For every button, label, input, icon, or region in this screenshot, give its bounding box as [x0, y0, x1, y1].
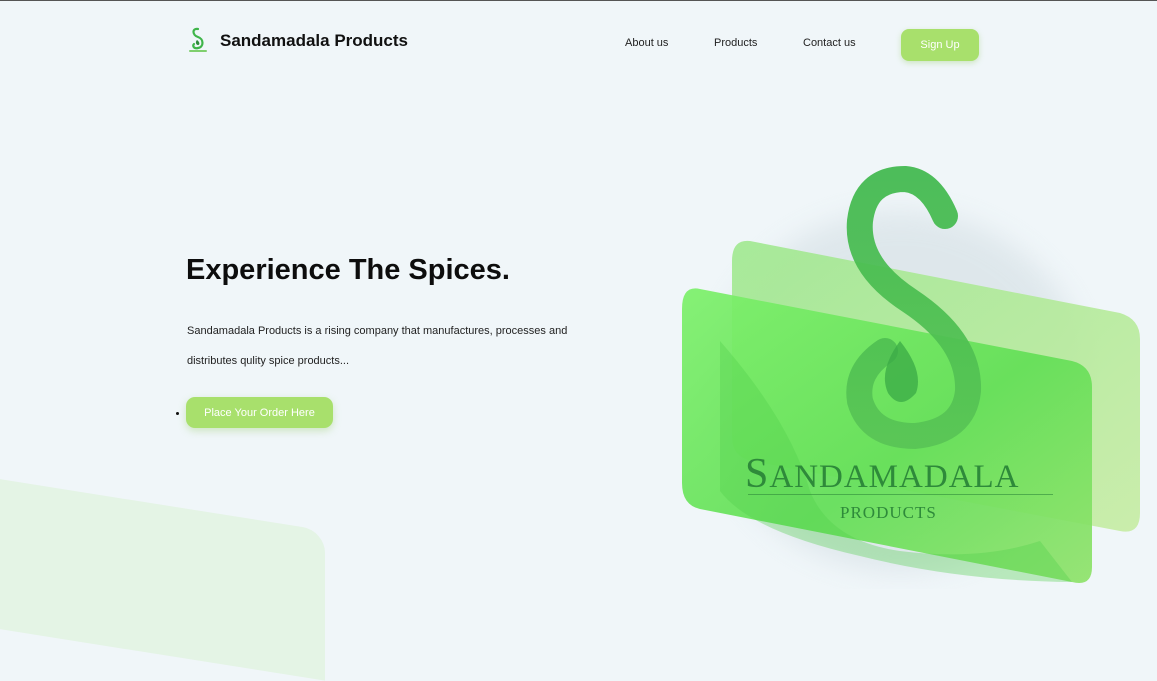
- place-order-button[interactable]: Place Your Order Here: [186, 397, 333, 428]
- hero-logo-wordmark: SANDAMADALA: [745, 453, 1020, 495]
- hero-logo-word-rest: ANDAMADALA: [769, 459, 1020, 495]
- hero-title: Experience The Spices.: [186, 254, 510, 286]
- nav-link-products[interactable]: Products: [714, 37, 757, 49]
- decorative-shape-bottom-left: [0, 476, 325, 681]
- list-bullet-icon: [176, 412, 179, 415]
- nav-link-contact-us[interactable]: Contact us: [803, 37, 856, 49]
- hero-logo-underline: [748, 494, 1053, 495]
- main-nav: About us Products Contact us: [0, 37, 1157, 53]
- nav-link-about-us[interactable]: About us: [625, 37, 668, 49]
- hero-logo-initial: S: [745, 451, 770, 497]
- order-cta: Place Your Order Here: [176, 397, 333, 428]
- hero-logo-artwork: [682, 165, 1140, 583]
- hero-logo-subword: PRODUCTS: [840, 503, 937, 522]
- hero-description: Sandamadala Products is a rising company…: [187, 325, 568, 367]
- sign-up-button[interactable]: Sign Up: [901, 29, 979, 61]
